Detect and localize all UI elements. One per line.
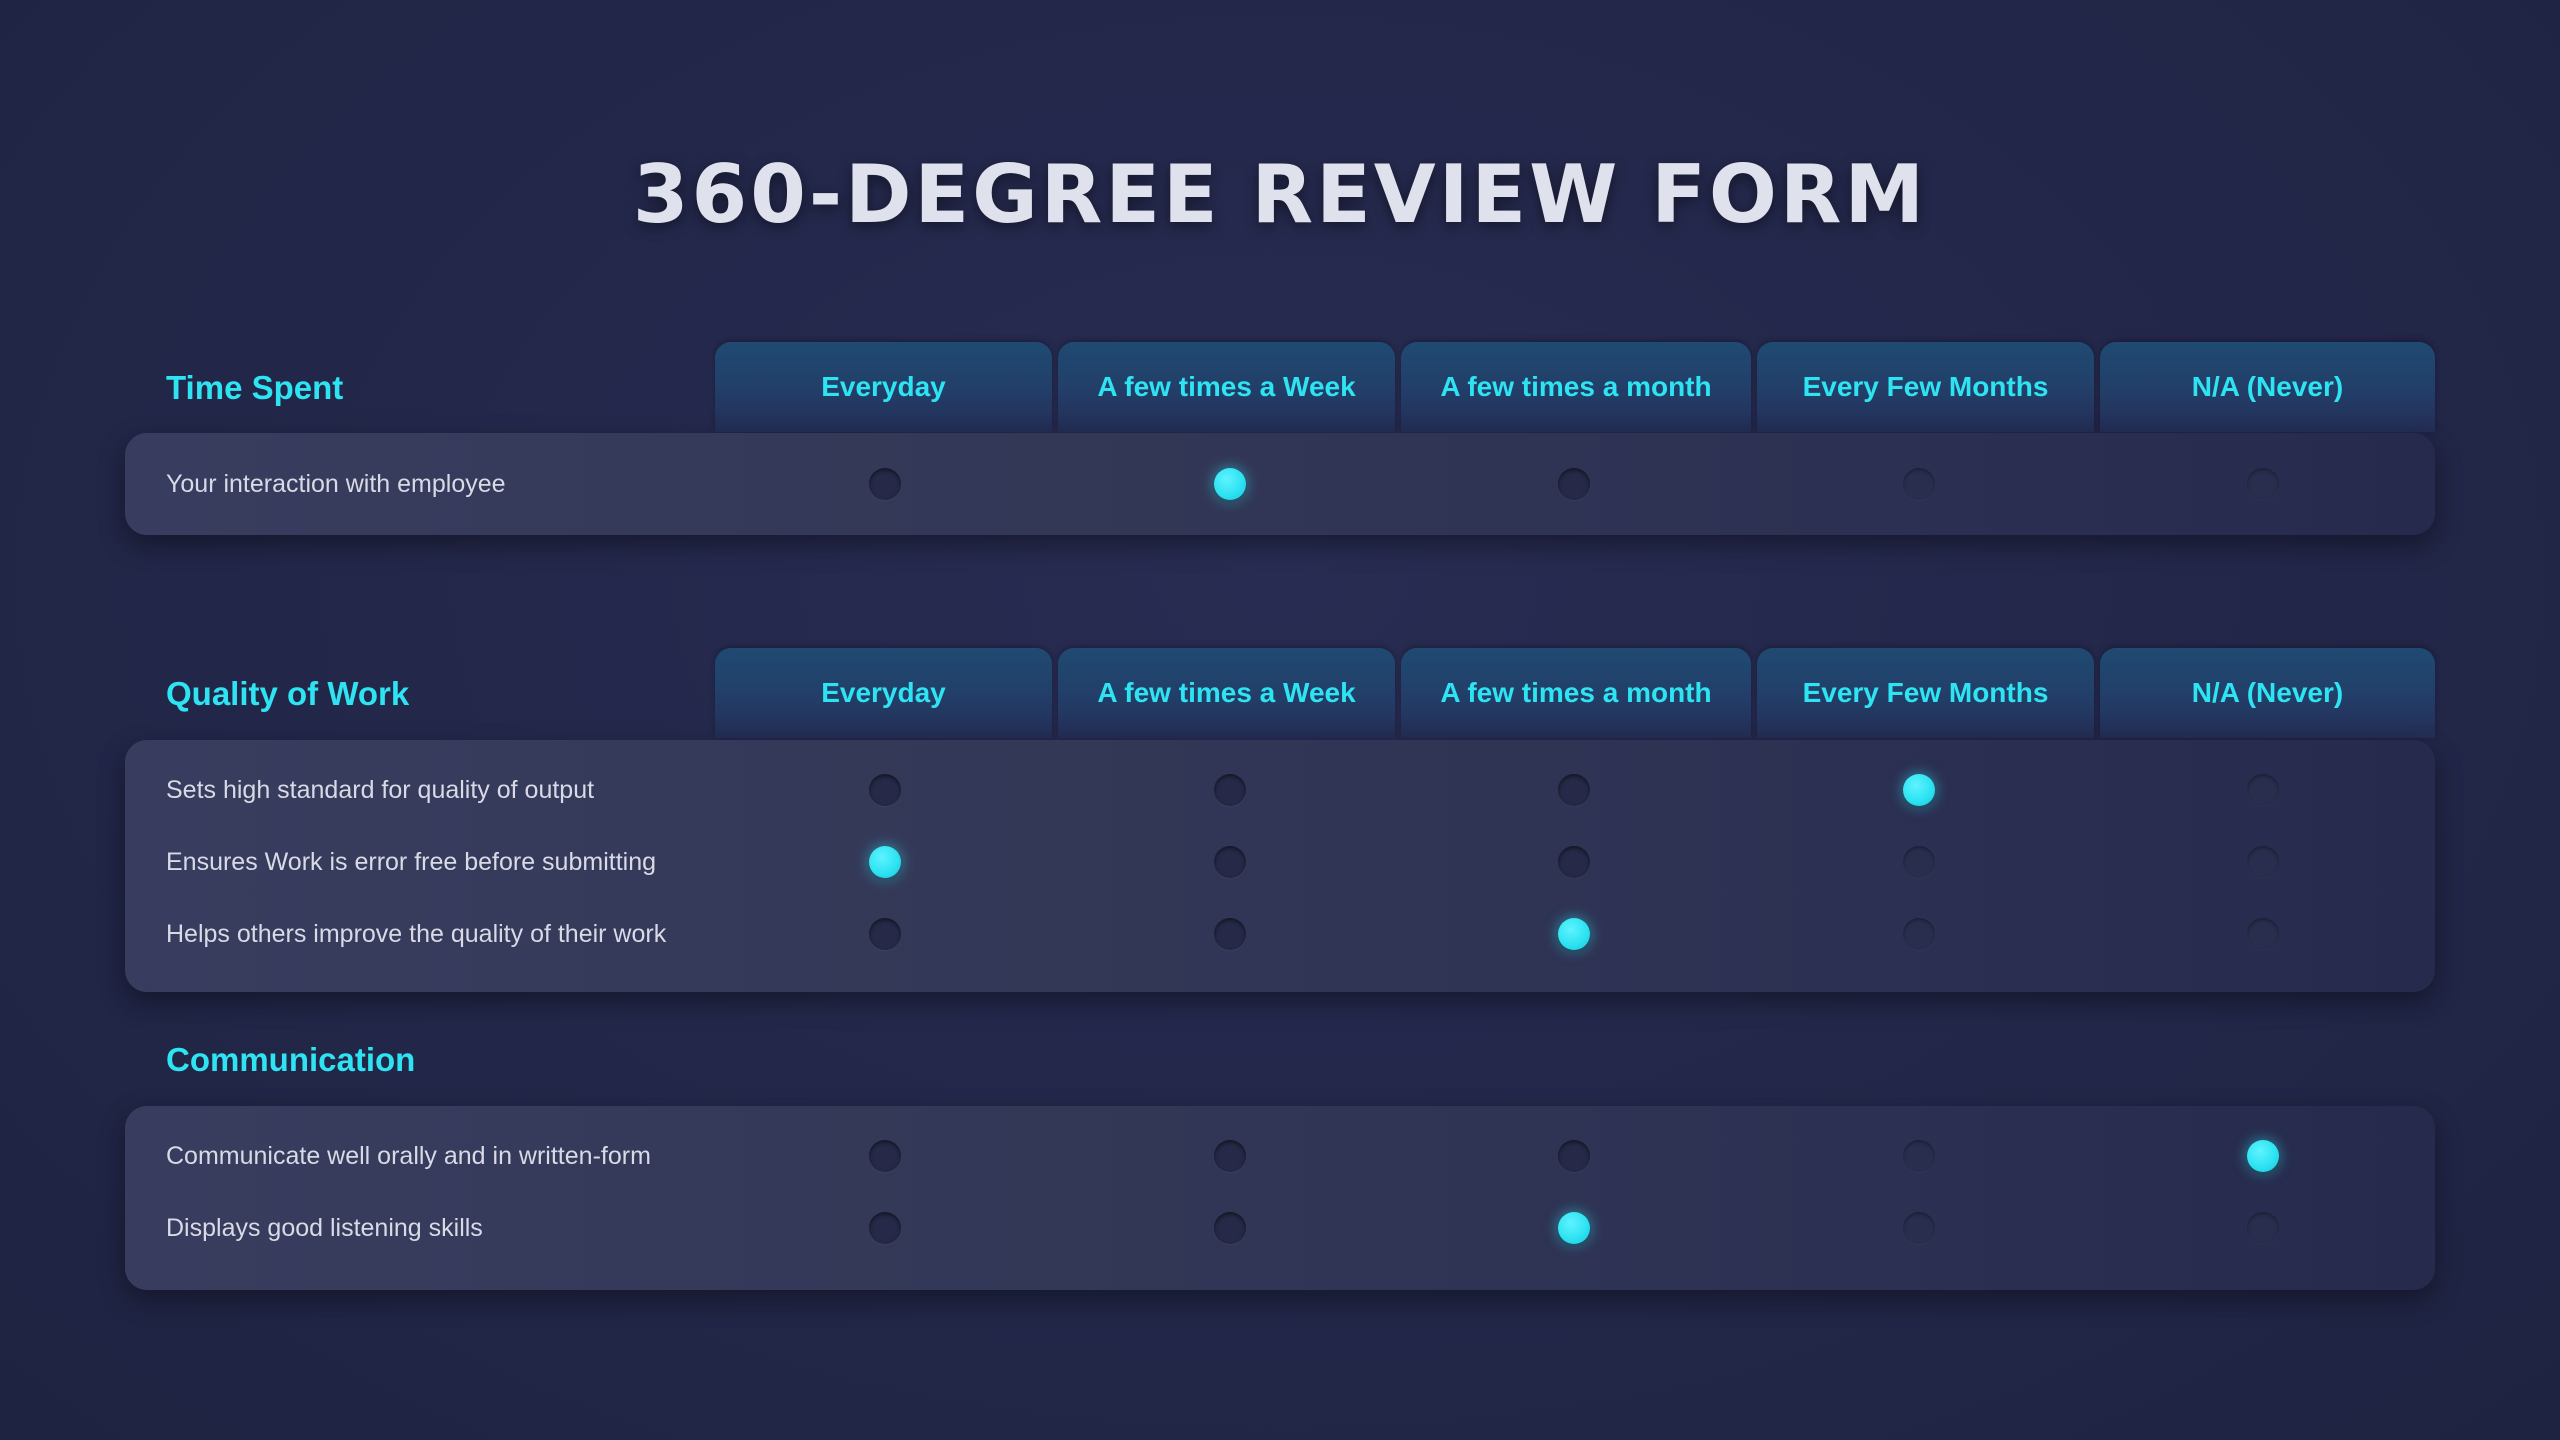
radio-every-few-months[interactable] bbox=[1903, 1212, 1935, 1244]
question-row: Your interaction with employee bbox=[125, 448, 2435, 520]
radio-never[interactable] bbox=[2247, 846, 2279, 878]
question-label: Ensures Work is error free before submit… bbox=[166, 848, 657, 876]
radio-few-times-month[interactable] bbox=[1558, 1212, 1590, 1244]
radio-few-times-week[interactable] bbox=[1214, 1212, 1246, 1244]
radio-few-times-week[interactable] bbox=[1214, 846, 1246, 878]
review-form-page: 360-DEGREE REVIEW FORM Time Spent Everyd… bbox=[0, 0, 2560, 1440]
radio-never[interactable] bbox=[2247, 468, 2279, 500]
column-header-never: N/A (Never) bbox=[2100, 648, 2435, 738]
column-header-row: Everyday A few times a Week A few times … bbox=[715, 648, 2435, 738]
radio-few-times-week[interactable] bbox=[1214, 918, 1246, 950]
question-row: Sets high standard for quality of output bbox=[125, 754, 2435, 826]
radio-few-times-week[interactable] bbox=[1214, 774, 1246, 806]
question-row: Helps others improve the quality of thei… bbox=[125, 898, 2435, 970]
radio-everyday[interactable] bbox=[869, 1140, 901, 1172]
radio-every-few-months[interactable] bbox=[1903, 468, 1935, 500]
section-label: Time Spent bbox=[166, 369, 344, 406]
question-label: Displays good listening skills bbox=[166, 1214, 483, 1242]
radio-everyday[interactable] bbox=[869, 774, 901, 806]
question-panel: Sets high standard for quality of output… bbox=[125, 740, 2435, 992]
radio-few-times-month[interactable] bbox=[1558, 1140, 1590, 1172]
radio-everyday[interactable] bbox=[869, 1212, 901, 1244]
column-header-everyday: Everyday bbox=[715, 342, 1052, 432]
page-title: 360-DEGREE REVIEW FORM bbox=[632, 148, 1928, 241]
radio-never[interactable] bbox=[2247, 918, 2279, 950]
radio-few-times-month[interactable] bbox=[1558, 468, 1590, 500]
radio-every-few-months[interactable] bbox=[1903, 1140, 1935, 1172]
radio-every-few-months[interactable] bbox=[1903, 846, 1935, 878]
column-header-every-few-months: Every Few Months bbox=[1757, 648, 2094, 738]
radio-never[interactable] bbox=[2247, 774, 2279, 806]
radio-few-times-week[interactable] bbox=[1214, 1140, 1246, 1172]
radio-few-times-month[interactable] bbox=[1558, 774, 1590, 806]
radio-everyday[interactable] bbox=[869, 468, 901, 500]
radio-every-few-months[interactable] bbox=[1903, 774, 1935, 806]
column-header-everyday: Everyday bbox=[715, 648, 1052, 738]
radio-never[interactable] bbox=[2247, 1140, 2279, 1172]
question-label: Communicate well orally and in written-f… bbox=[166, 1142, 651, 1170]
question-row: Ensures Work is error free before submit… bbox=[125, 826, 2435, 898]
radio-few-times-month[interactable] bbox=[1558, 918, 1590, 950]
question-label: Your interaction with employee bbox=[166, 470, 506, 498]
question-row: Displays good listening skills bbox=[125, 1192, 2435, 1264]
section-label: Quality of Work bbox=[166, 675, 410, 712]
question-label: Helps others improve the quality of thei… bbox=[166, 920, 667, 948]
radio-few-times-month[interactable] bbox=[1558, 846, 1590, 878]
radio-never[interactable] bbox=[2247, 1212, 2279, 1244]
question-row: Communicate well orally and in written-f… bbox=[125, 1120, 2435, 1192]
question-label: Sets high standard for quality of output bbox=[166, 776, 595, 804]
question-panel: Your interaction with employee bbox=[125, 433, 2435, 535]
column-header-every-few-months: Every Few Months bbox=[1757, 342, 2094, 432]
radio-everyday[interactable] bbox=[869, 918, 901, 950]
radio-every-few-months[interactable] bbox=[1903, 918, 1935, 950]
column-header-few-times-week: A few times a Week bbox=[1058, 342, 1395, 432]
question-panel: Communicate well orally and in written-f… bbox=[125, 1106, 2435, 1290]
column-header-few-times-month: A few times a month bbox=[1401, 342, 1751, 432]
column-header-never: N/A (Never) bbox=[2100, 342, 2435, 432]
radio-everyday[interactable] bbox=[869, 846, 901, 878]
column-header-few-times-week: A few times a Week bbox=[1058, 648, 1395, 738]
column-header-row: Everyday A few times a Week A few times … bbox=[715, 342, 2435, 432]
radio-few-times-week[interactable] bbox=[1214, 468, 1246, 500]
column-header-few-times-month: A few times a month bbox=[1401, 648, 1751, 738]
section-label: Communication bbox=[166, 1041, 416, 1078]
